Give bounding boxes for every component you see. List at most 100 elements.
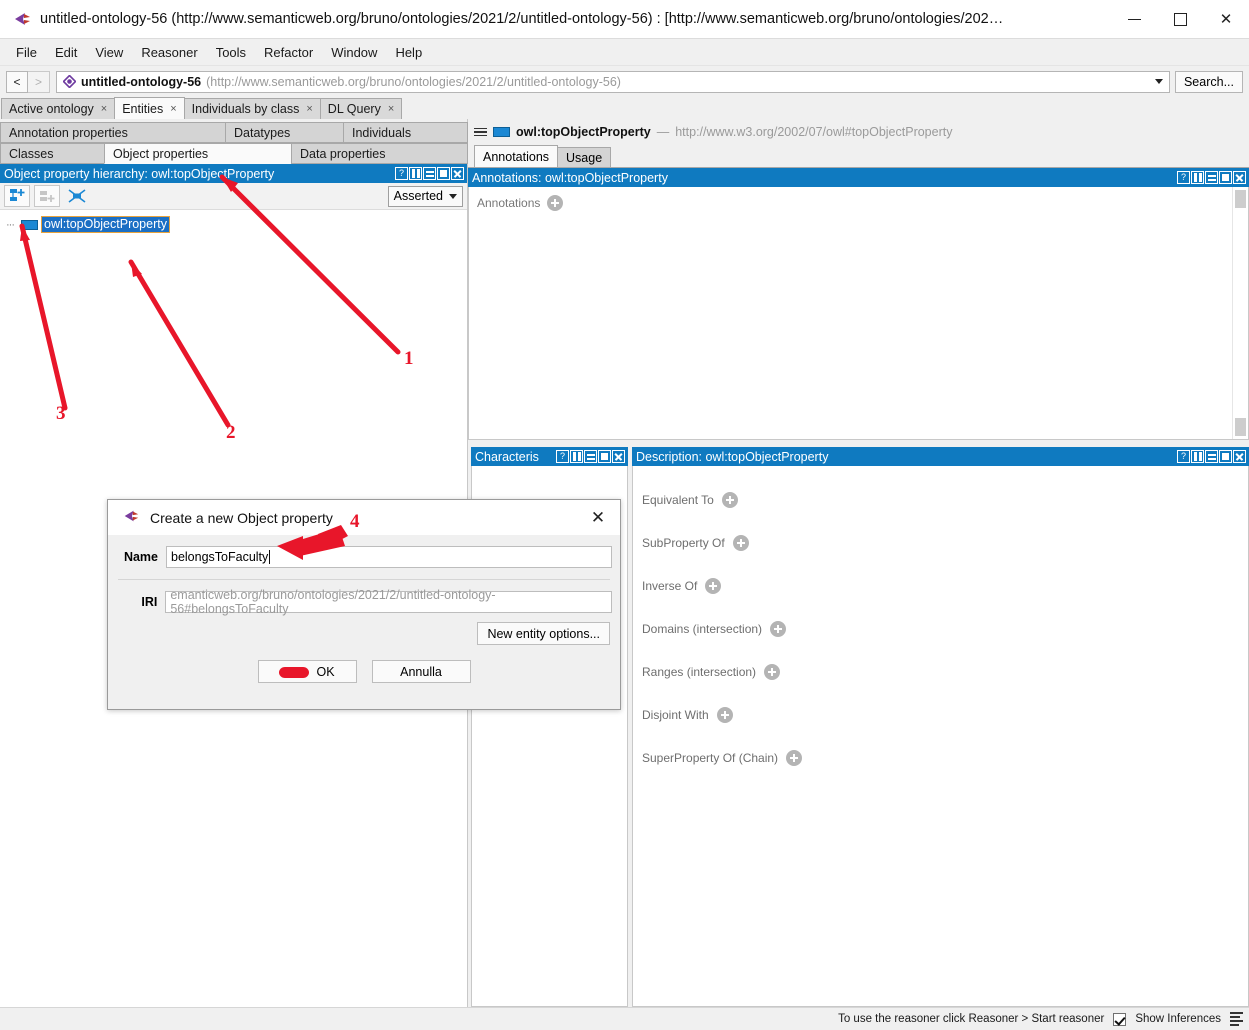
split-icon[interactable]: [409, 167, 422, 180]
subtab-data-properties[interactable]: Data properties: [291, 143, 468, 164]
minimize-button[interactable]: [1111, 0, 1157, 38]
menu-edit[interactable]: Edit: [46, 42, 86, 63]
help-icon[interactable]: ?: [556, 450, 569, 463]
maximize-icon[interactable]: [437, 167, 450, 180]
minimize-icon[interactable]: [1205, 171, 1218, 184]
close-icon[interactable]: [451, 167, 464, 180]
help-icon[interactable]: ?: [1177, 171, 1190, 184]
maximize-icon[interactable]: [598, 450, 611, 463]
nav-forward-button[interactable]: >: [28, 70, 50, 93]
tab-label: DL Query: [327, 102, 381, 116]
close-icon[interactable]: [1233, 450, 1246, 463]
minimize-icon[interactable]: [1205, 450, 1218, 463]
status-bar: To use the reasoner click Reasoner > Sta…: [0, 1007, 1249, 1030]
show-inferences-checkbox[interactable]: [1113, 1012, 1127, 1026]
menu-file[interactable]: File: [7, 42, 46, 63]
entity-header: owl:topObjectProperty — http://www.w3.or…: [468, 119, 1249, 145]
add-sibling-property-button[interactable]: [34, 185, 60, 207]
log-list-icon[interactable]: [1230, 1012, 1243, 1026]
tree-expander-icon[interactable]: ···: [6, 219, 18, 231]
add-ranges-icon[interactable]: [764, 663, 781, 680]
object-property-icon: [21, 219, 38, 230]
close-icon[interactable]: ×: [306, 103, 312, 115]
tab-label: Active ontology: [9, 102, 94, 116]
tab-usage[interactable]: Usage: [557, 147, 612, 167]
window-controls: ✕: [1111, 0, 1249, 38]
split-icon[interactable]: [1191, 171, 1204, 184]
name-field-row: Name belongsToFaculty: [116, 546, 612, 568]
name-input[interactable]: belongsToFaculty: [166, 546, 612, 568]
title-bar: untitled-ontology-56 (http://www.semanti…: [0, 0, 1249, 39]
menu-reasoner[interactable]: Reasoner: [132, 42, 206, 63]
view-mode-selector[interactable]: Asserted: [387, 185, 463, 207]
ontology-selector[interactable]: untitled-ontology-56 (http://www.semanti…: [56, 70, 1170, 93]
ontology-iri: (http://www.semanticweb.org/bruno/ontolo…: [206, 74, 621, 89]
menu-window[interactable]: Window: [322, 42, 386, 63]
show-inferences-label: Show Inferences: [1135, 1013, 1221, 1025]
close-icon[interactable]: [612, 450, 625, 463]
close-button[interactable]: ✕: [1203, 0, 1249, 38]
cancel-button[interactable]: Annulla: [371, 660, 471, 683]
description-rows: Equivalent To SubProperty Of Inverse Of: [633, 466, 1248, 779]
menu-view[interactable]: View: [86, 42, 132, 63]
delete-property-button[interactable]: [64, 185, 90, 207]
menu-help[interactable]: Help: [386, 42, 431, 63]
add-domains-icon[interactable]: [770, 620, 787, 637]
add-superproperty-chain-icon[interactable]: [786, 749, 803, 766]
close-icon[interactable]: [1233, 171, 1246, 184]
hamburger-icon[interactable]: [474, 127, 487, 137]
entity-iri: http://www.w3.org/2002/07/owl#topObjectP…: [675, 125, 953, 139]
description-row-ranges: Ranges (intersection): [642, 650, 1248, 693]
entity-subtab-row-bottom: Classes Object properties Data propertie…: [0, 143, 468, 164]
row-label: Inverse Of: [642, 578, 698, 593]
tree-node-owl-topobjectproperty[interactable]: owl:topObjectProperty: [41, 216, 170, 233]
menu-tools[interactable]: Tools: [207, 42, 255, 63]
maximize-icon[interactable]: [1219, 450, 1232, 463]
annotations-scrollbar[interactable]: [1232, 187, 1248, 439]
tab-annotations[interactable]: Annotations: [474, 145, 559, 167]
help-icon[interactable]: ?: [1177, 450, 1190, 463]
add-inverse-of-icon[interactable]: [705, 577, 722, 594]
menu-bar: File Edit View Reasoner Tools Refactor W…: [0, 39, 1249, 66]
close-icon[interactable]: ×: [170, 103, 176, 115]
scrollbar-thumb-top[interactable]: [1235, 190, 1246, 208]
description-panel: Description: owl:topObjectProperty ? Equ…: [632, 447, 1249, 1007]
minimize-icon[interactable]: [584, 450, 597, 463]
subtab-individuals[interactable]: Individuals: [343, 122, 468, 143]
menu-refactor[interactable]: Refactor: [255, 42, 322, 63]
subtab-classes[interactable]: Classes: [0, 143, 105, 164]
subtab-object-properties[interactable]: Object properties: [104, 143, 292, 164]
entity-subtabs: Annotation properties Datatypes Individu…: [0, 119, 468, 164]
add-equivalent-to-icon[interactable]: [721, 491, 738, 508]
maximize-button[interactable]: [1157, 0, 1203, 38]
chevron-down-icon[interactable]: [1154, 79, 1163, 84]
close-icon[interactable]: ×: [388, 103, 394, 115]
maximize-icon[interactable]: [1219, 171, 1232, 184]
dialog-body: Name belongsToFaculty IRI emanticweb.org…: [108, 535, 620, 709]
tab-individuals-by-class[interactable]: Individuals by class ×: [183, 98, 321, 119]
add-disjoint-with-icon[interactable]: [716, 706, 733, 723]
tab-active-ontology[interactable]: Active ontology ×: [1, 98, 116, 119]
subtab-annotation-properties[interactable]: Annotation properties: [0, 122, 226, 143]
search-button[interactable]: Search...: [1174, 70, 1243, 93]
chevron-down-icon: [449, 193, 457, 199]
tab-dl-query[interactable]: DL Query ×: [319, 98, 403, 119]
ontology-toolbar: < > untitled-ontology-56 (http://www.sem…: [0, 66, 1249, 97]
help-icon[interactable]: ?: [395, 167, 408, 180]
ok-button[interactable]: OK: [257, 660, 357, 683]
add-sub-property-button[interactable]: [4, 185, 30, 207]
tab-entities[interactable]: Entities ×: [114, 97, 185, 119]
close-icon[interactable]: ×: [101, 103, 107, 115]
split-icon[interactable]: [1191, 450, 1204, 463]
minimize-icon[interactable]: [423, 167, 436, 180]
new-entity-options-button[interactable]: New entity options...: [477, 622, 610, 645]
subtab-datatypes[interactable]: Datatypes: [225, 122, 344, 143]
split-icon[interactable]: [570, 450, 583, 463]
add-subproperty-of-icon[interactable]: [732, 534, 749, 551]
panel-header-icons: ?: [1177, 450, 1246, 463]
nav-back-button[interactable]: <: [6, 70, 28, 93]
add-annotation-icon[interactable]: [547, 195, 564, 211]
scrollbar-thumb-bottom[interactable]: [1235, 418, 1246, 436]
tree-row[interactable]: ··· owl:topObjectProperty: [6, 216, 467, 233]
dialog-close-button[interactable]: ✕: [582, 502, 614, 534]
